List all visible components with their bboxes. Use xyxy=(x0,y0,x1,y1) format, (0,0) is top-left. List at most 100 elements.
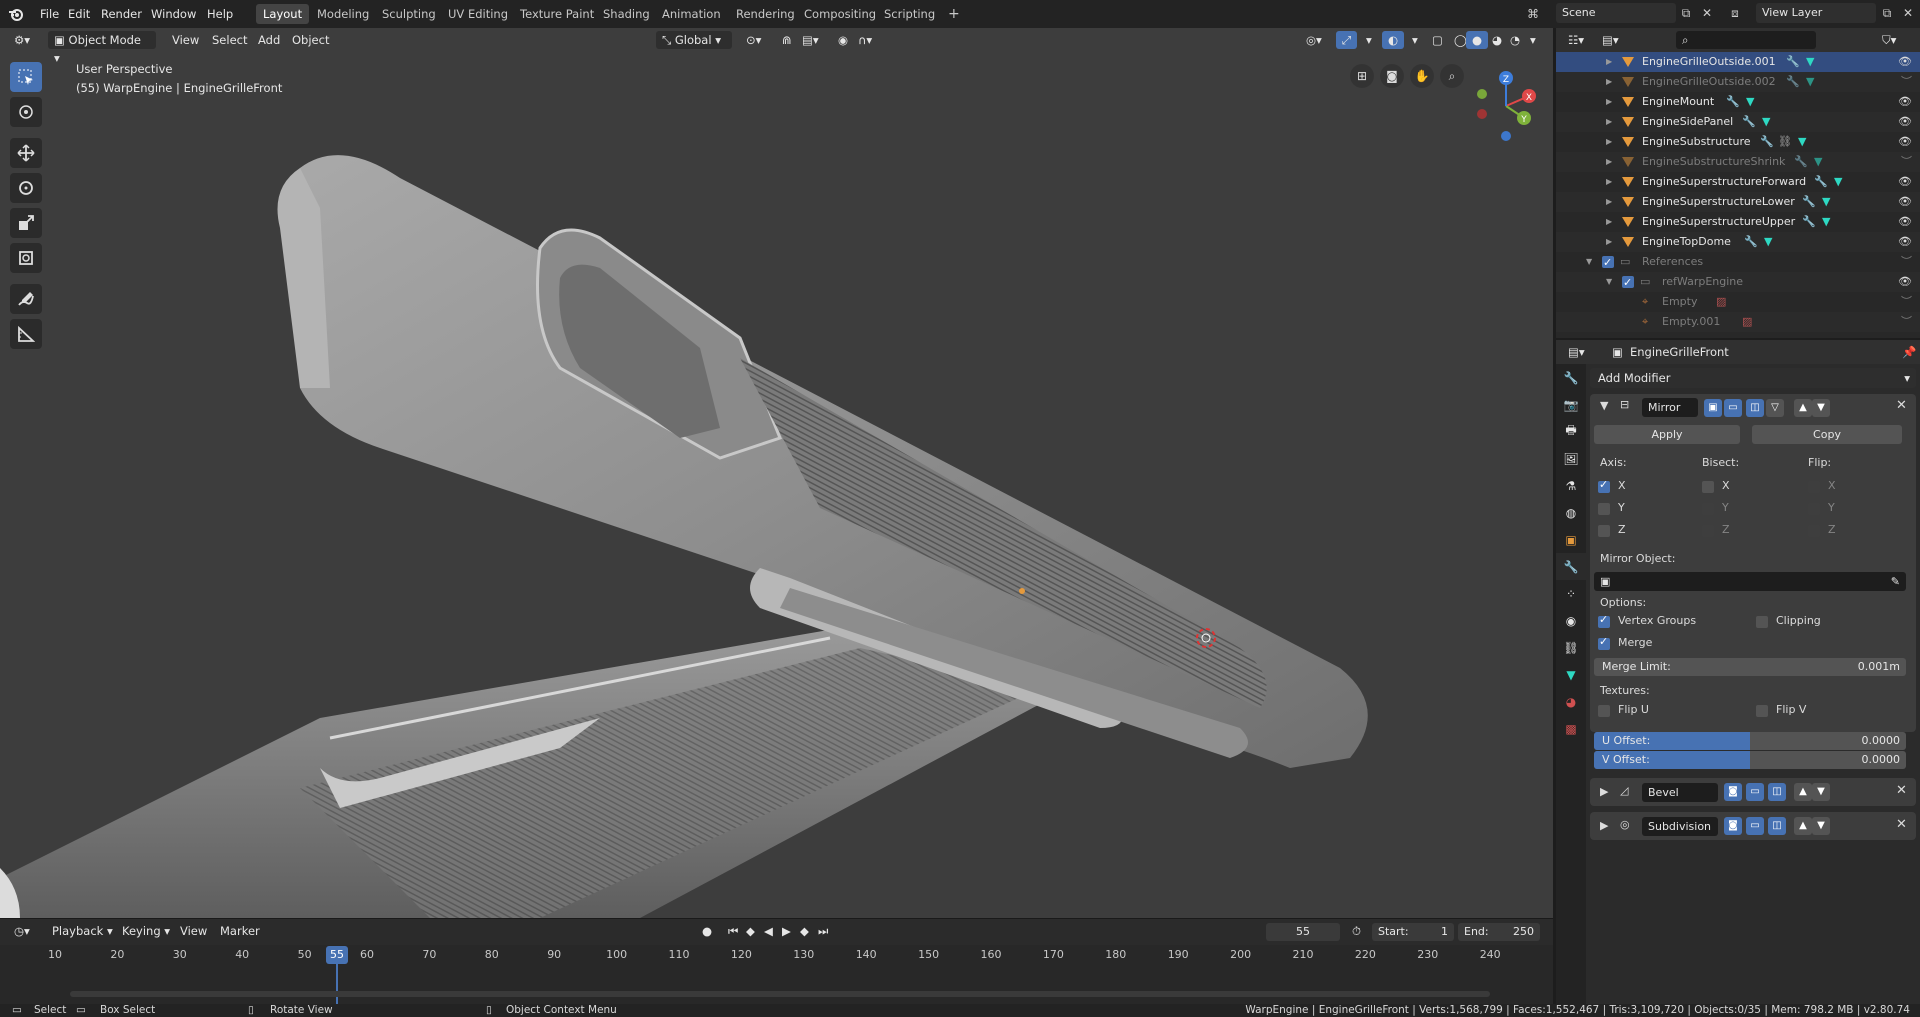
toggle-camera-view-icon[interactable]: ⊞ xyxy=(1350,64,1374,88)
menu-marker[interactable]: Marker xyxy=(214,922,266,940)
axis-z-checkbox[interactable] xyxy=(1598,525,1610,537)
expand-arrow-icon[interactable]: ▶ xyxy=(1606,232,1612,252)
hidden-eye-icon[interactable]: ︶ xyxy=(1901,252,1912,272)
visibility-eye-icon[interactable]: 👁 xyxy=(1898,172,1912,192)
overlays-toggle-icon[interactable]: ◐ xyxy=(1382,31,1405,49)
solid-shading-icon[interactable]: ● xyxy=(1466,31,1489,49)
tab-sculpting[interactable]: Sculpting xyxy=(375,4,443,24)
move-down-icon[interactable]: ▼ xyxy=(1812,817,1830,835)
edit-mode-toggle-icon[interactable]: ◫ xyxy=(1768,817,1786,835)
flip-y-checkbox[interactable] xyxy=(1808,503,1820,515)
outliner-row[interactable]: ▶ EngineGrilleOutside.002 🔧 ▼ ︶ xyxy=(1556,72,1920,92)
rotate-tool[interactable] xyxy=(10,173,42,203)
remove-modifier-icon[interactable]: ✕ xyxy=(1896,783,1907,798)
outliner-search-input[interactable]: ⌕ xyxy=(1676,31,1816,49)
playhead[interactable] xyxy=(336,963,338,1005)
timeline-scrollbar[interactable] xyxy=(70,991,1490,997)
view-layer-field[interactable]: View Layer xyxy=(1756,3,1876,23)
tab-rendering[interactable]: Rendering xyxy=(729,4,802,24)
world-tab-icon[interactable]: ◍ xyxy=(1556,499,1586,526)
flip-z-checkbox[interactable] xyxy=(1808,525,1820,537)
expand-arrow-icon[interactable]: ▶ xyxy=(1606,192,1612,212)
move-down-icon[interactable]: ▼ xyxy=(1812,399,1830,417)
timeline-editor-type-icon[interactable]: ◷▾ xyxy=(8,922,36,940)
view-layer-icon[interactable]: ⧈ xyxy=(1726,4,1744,22)
tab-texture-paint[interactable]: Texture Paint xyxy=(513,4,601,24)
move-down-icon[interactable]: ▼ xyxy=(1812,783,1830,801)
outliner-row[interactable]: ⌖ Empty ▨ ︶ xyxy=(1556,292,1920,312)
object-tab-icon[interactable]: ▣ xyxy=(1556,526,1586,553)
menu-object[interactable]: Object xyxy=(286,31,335,49)
visibility-eye-icon[interactable]: 👁 xyxy=(1898,112,1912,132)
menu-timeline-view[interactable]: View xyxy=(174,922,213,940)
render-toggle-icon[interactable]: ▭ xyxy=(1746,783,1764,801)
apply-button[interactable]: Apply xyxy=(1594,425,1740,444)
outliner-row[interactable]: ▶ EngineTopDome 🔧 ▼ 👁 xyxy=(1556,232,1920,252)
menu-window[interactable]: Window xyxy=(145,5,202,23)
jump-end-icon[interactable]: ⏭ xyxy=(812,922,834,940)
menu-keying[interactable]: Keying ▾ xyxy=(116,922,176,940)
display-mode-icon[interactable]: ▤▾ xyxy=(1596,31,1625,49)
expand-arrow-icon[interactable]: ▶ xyxy=(1606,112,1612,132)
rendered-shading-icon[interactable]: ◔ xyxy=(1504,31,1526,49)
frame-ruler[interactable]: 10 20 30 40 50 60 70 80 90 100 110 120 130 140 150 160 1… xyxy=(0,945,1553,1005)
copy-button[interactable]: Copy xyxy=(1752,425,1902,444)
hidden-eye-icon[interactable]: ︶ xyxy=(1901,312,1912,332)
expand-arrow-icon[interactable]: ▶ xyxy=(1606,72,1612,92)
annotate-tool[interactable] xyxy=(10,284,42,314)
texture-tab-icon[interactable]: ▩ xyxy=(1556,715,1586,742)
outliner-row-collection[interactable]: ▼ ▭ References ︶ xyxy=(1556,252,1920,273)
merge-limit-field[interactable]: Merge Limit: 0.001m xyxy=(1594,658,1906,676)
material-tab-icon[interactable]: ◕ xyxy=(1556,688,1586,715)
use-preview-range-icon[interactable]: ⏱ xyxy=(1346,922,1367,940)
bevel-name-field[interactable]: Bevel xyxy=(1642,783,1718,802)
menu-edit[interactable]: Edit xyxy=(62,5,96,23)
transform-tool[interactable] xyxy=(10,243,42,273)
outliner-editor-type-icon[interactable]: ☷▾ xyxy=(1562,31,1590,49)
subdivision-name-field[interactable]: Subdivision xyxy=(1642,817,1718,836)
new-scene-icon[interactable]: ⧉ xyxy=(1677,4,1695,22)
record-button-icon[interactable]: ● xyxy=(696,922,718,940)
visibility-eye-icon[interactable]: 👁 xyxy=(1898,272,1912,292)
on-cage-toggle-icon[interactable]: ▽ xyxy=(1766,399,1784,417)
shading-dropdown-icon[interactable]: ▾ xyxy=(1524,31,1542,49)
hidden-eye-icon[interactable]: ︶ xyxy=(1901,292,1912,312)
add-workspace-button[interactable]: + xyxy=(941,4,967,24)
falloff-icon[interactable]: ∩▾ xyxy=(852,31,878,49)
blender-logo-icon[interactable] xyxy=(8,6,24,22)
remove-modifier-icon[interactable]: ✕ xyxy=(1896,398,1907,413)
menu-select[interactable]: Select xyxy=(206,31,253,49)
menu-file[interactable]: File xyxy=(34,5,65,23)
render-toggle-icon[interactable]: ▭ xyxy=(1746,817,1764,835)
outliner-row[interactable]: ▶ EngineGrilleOutside.001 🔧 ▼ 👁 xyxy=(1556,52,1920,72)
expand-arrow-icon[interactable]: ▶ xyxy=(1606,92,1612,112)
render-toggle-icon[interactable]: ◫ xyxy=(1746,399,1764,417)
collection-enabled-checkbox[interactable] xyxy=(1602,253,1614,273)
hidden-eye-icon[interactable]: ︶ xyxy=(1901,72,1912,92)
visibility-eye-icon[interactable]: 👁 xyxy=(1898,192,1912,212)
realtime-toggle-icon[interactable]: ◙ xyxy=(1724,817,1742,835)
navigation-gizmo[interactable]: X Y Z xyxy=(1474,66,1544,146)
v-offset-slider[interactable]: V Offset: 0.0000 xyxy=(1594,751,1906,769)
filter-icon[interactable]: ⛉▾ xyxy=(1876,31,1902,49)
move-up-icon[interactable]: ▲ xyxy=(1794,817,1812,835)
editor-type-icon[interactable]: ⚙▾ xyxy=(8,31,36,49)
outliner-row[interactable]: ▶ EngineSubstructureShrink 🔧 ▼ ︶ xyxy=(1556,152,1920,172)
tab-compositing[interactable]: Compositing xyxy=(797,4,883,24)
xray-icon[interactable]: ▢ xyxy=(1426,31,1449,49)
menu-playback[interactable]: Playback ▾ xyxy=(46,922,119,940)
particles-tab-icon[interactable]: ⁘ xyxy=(1556,580,1586,607)
merge-checkbox[interactable] xyxy=(1598,635,1610,650)
move-up-icon[interactable]: ▲ xyxy=(1794,783,1812,801)
outliner-row[interactable]: ▶ EngineSuperstructureUpper 🔧 ▼ 👁 xyxy=(1556,212,1920,232)
edit-mode-toggle-icon[interactable]: ▣ xyxy=(1704,399,1722,417)
move-tool[interactable] xyxy=(10,138,42,168)
eyedropper-icon[interactable]: ✎ xyxy=(1891,572,1900,591)
scene-icon[interactable]: ⌘ xyxy=(1524,5,1542,23)
cursor-tool[interactable] xyxy=(10,97,42,127)
visibility-eye-icon[interactable]: 👁 xyxy=(1898,132,1912,152)
mirror-object-field[interactable]: ▣ ✎ xyxy=(1594,572,1906,591)
pin-icon[interactable]: 📌 xyxy=(1896,343,1920,361)
transform-orientation-dropdown[interactable]: ⤡ Global ▾ xyxy=(656,31,732,49)
add-modifier-dropdown[interactable]: Add Modifier ▾ xyxy=(1590,368,1916,388)
